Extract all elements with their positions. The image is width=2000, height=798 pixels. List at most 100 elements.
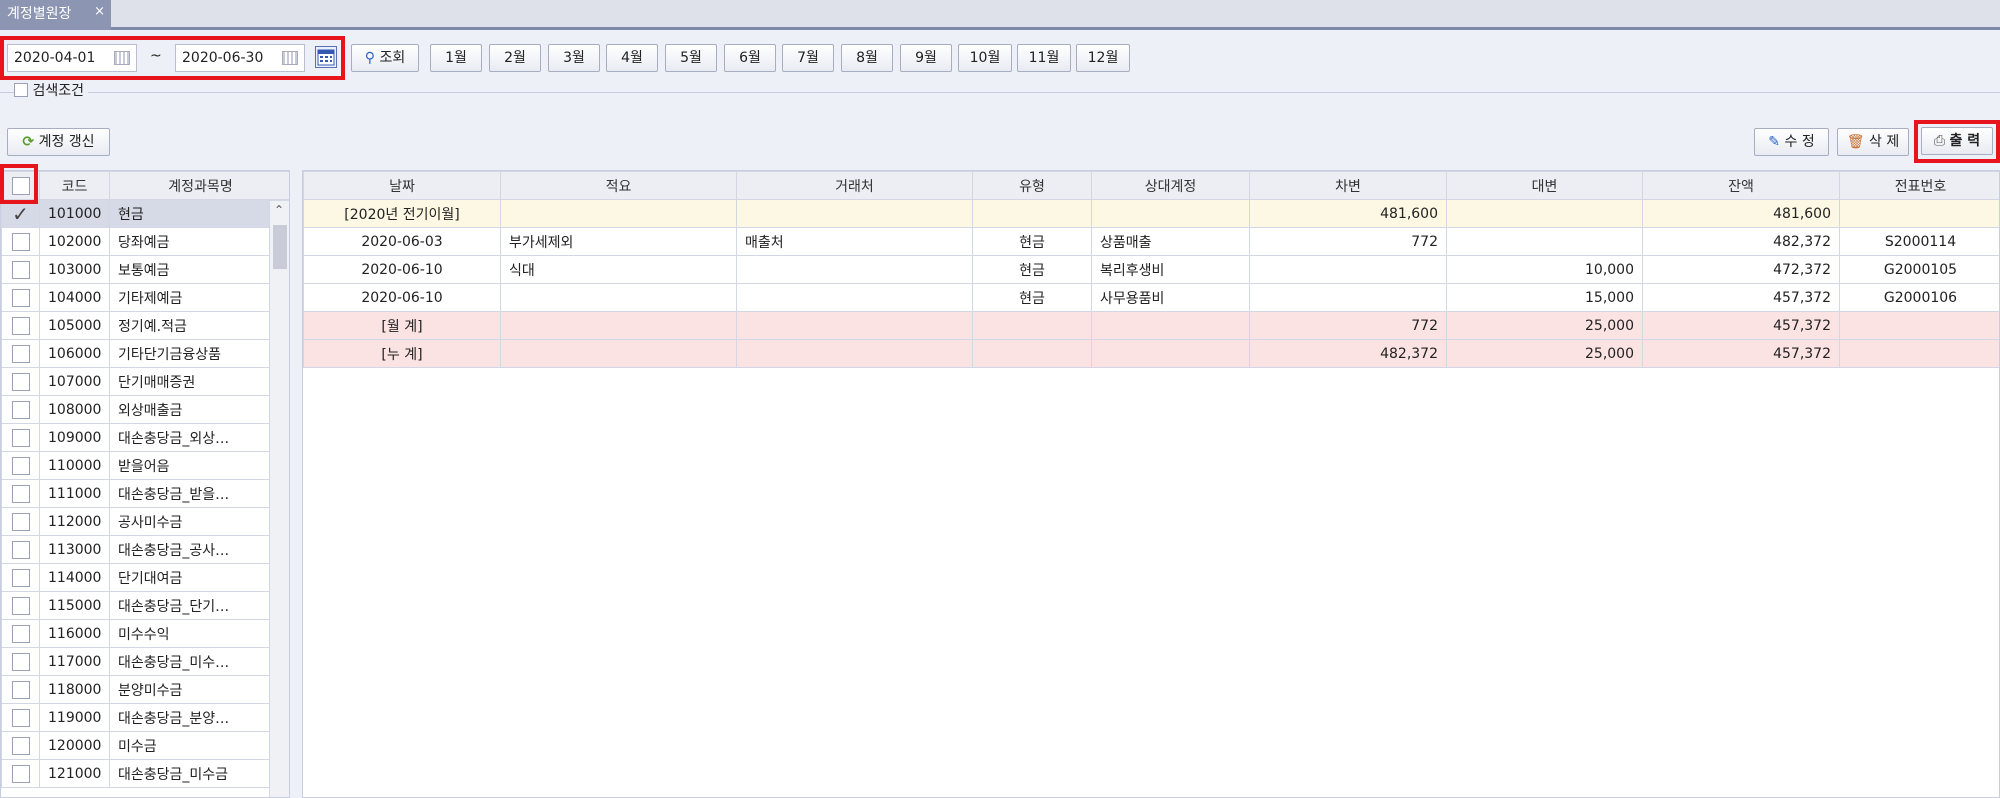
print-button[interactable]: ⎙ 출 력 <box>1921 127 1993 155</box>
row-select-cell[interactable] <box>1 479 40 508</box>
calendar-picker-button[interactable] <box>315 46 337 68</box>
row-checkbox[interactable] <box>11 736 30 755</box>
row-checkbox[interactable] <box>11 764 30 783</box>
row-select-cell[interactable] <box>1 703 40 732</box>
checkmark-icon[interactable]: ✓ <box>12 202 29 226</box>
month-button-1[interactable]: 1월 <box>430 44 482 72</box>
row-checkbox[interactable] <box>11 428 30 447</box>
ledger-row[interactable]: [2020년 전기이월] 481,600 481,600 <box>303 199 1999 228</box>
search-conditions-checkbox[interactable] <box>14 83 28 97</box>
row-checkbox[interactable] <box>11 456 30 475</box>
account-row[interactable]: 120000 미수금 <box>1 731 289 760</box>
account-row[interactable]: 102000 당좌예금 <box>1 227 289 256</box>
row-checkbox[interactable] <box>11 680 30 699</box>
row-checkbox[interactable] <box>11 316 30 335</box>
month-button-3[interactable]: 3월 <box>548 44 600 72</box>
month-button-8[interactable]: 8월 <box>841 44 893 72</box>
row-checkbox[interactable] <box>11 344 30 363</box>
account-row[interactable]: 104000 기타제예금 <box>1 283 289 312</box>
row-checkbox[interactable] <box>11 288 30 307</box>
row-checkbox[interactable] <box>11 596 30 615</box>
account-code: 120000 <box>39 731 110 760</box>
row-select-cell[interactable] <box>1 647 40 676</box>
account-row[interactable]: 113000 대손충당금_공사… <box>1 535 289 564</box>
account-row[interactable]: 114000 단기대여금 <box>1 563 289 592</box>
month-button-10[interactable]: 10월 <box>958 44 1012 72</box>
account-row[interactable]: 115000 대손충당금_단기… <box>1 591 289 620</box>
account-row[interactable]: 117000 대손충당금_미수… <box>1 647 289 676</box>
row-checkbox[interactable] <box>11 708 30 727</box>
search-conditions-toggle[interactable]: 검색조건 <box>14 80 88 100</box>
account-name: 대손충당금_외상… <box>109 423 270 452</box>
account-row[interactable]: 107000 단기매매증권 <box>1 367 289 396</box>
row-select-cell[interactable] <box>1 563 40 592</box>
scroll-thumb[interactable] <box>273 225 287 269</box>
account-row[interactable]: 112000 공사미수금 <box>1 507 289 536</box>
account-row[interactable]: 106000 기타단기금융상품 <box>1 339 289 368</box>
month-button-7[interactable]: 7월 <box>782 44 834 72</box>
row-select-cell[interactable] <box>1 311 40 340</box>
row-select-cell[interactable] <box>1 451 40 480</box>
row-checkbox[interactable] <box>11 484 30 503</box>
account-row[interactable]: 105000 정기예.적금 <box>1 311 289 340</box>
row-select-cell[interactable] <box>1 283 40 312</box>
row-select-cell[interactable] <box>1 675 40 704</box>
account-row[interactable]: 103000 보통예금 <box>1 255 289 284</box>
row-checkbox[interactable] <box>11 568 30 587</box>
row-select-cell[interactable] <box>1 731 40 760</box>
ledger-row[interactable]: [누 계] 482,372 25,000 457,372 <box>303 339 1999 368</box>
row-select-cell[interactable] <box>1 507 40 536</box>
ledger-row[interactable]: 2020-06-10 식대 현금 복리후생비 10,000 472,372 G2000105 <box>303 255 1999 284</box>
month-button-11[interactable]: 11월 <box>1017 44 1071 72</box>
month-button-4[interactable]: 4월 <box>606 44 658 72</box>
row-checkbox[interactable] <box>11 400 30 419</box>
row-select-cell[interactable] <box>1 255 40 284</box>
row-select-cell[interactable] <box>1 227 40 256</box>
account-row[interactable]: 119000 대손충당금_분양… <box>1 703 289 732</box>
account-row[interactable]: 111000 대손충당금_받을… <box>1 479 289 508</box>
account-row[interactable]: 110000 받을어음 <box>1 451 289 480</box>
edit-button[interactable]: ✎ 수 정 <box>1754 128 1829 156</box>
row-select-cell[interactable] <box>1 535 40 564</box>
month-button-12[interactable]: 12월 <box>1076 44 1130 72</box>
delete-button[interactable]: 🗑 삭 제 <box>1837 128 1909 156</box>
row-checkbox[interactable] <box>11 260 30 279</box>
row-checkbox[interactable] <box>11 232 30 251</box>
scroll-up-arrow[interactable]: ⌃ <box>274 203 284 217</box>
row-select-cell[interactable] <box>1 367 40 396</box>
ledger-row[interactable]: 2020-06-10 현금 사무용품비 15,000 457,372 G2000106 <box>303 283 1999 312</box>
date-to-field[interactable]: 2020-06-30 <box>175 44 305 72</box>
account-row[interactable]: 109000 대손충당금_외상… <box>1 423 289 452</box>
search-button[interactable]: ⚲ 조회 <box>351 44 419 72</box>
calendar-icon[interactable] <box>282 51 298 65</box>
row-select-cell[interactable] <box>1 619 40 648</box>
row-checkbox[interactable] <box>11 512 30 531</box>
account-row[interactable]: ✓ 101000 현금 <box>1 199 289 228</box>
month-button-2[interactable]: 2월 <box>489 44 541 72</box>
ledger-row[interactable]: 2020-06-03 부가세제외 매출처 현금 상품매출 772 482,372 S20001… <box>303 227 1999 256</box>
row-checkbox[interactable] <box>11 372 30 391</box>
account-row[interactable]: 108000 외상매출금 <box>1 395 289 424</box>
ledger-row[interactable]: [월 계] 772 25,000 457,372 <box>303 311 1999 340</box>
account-row[interactable]: 118000 분양미수금 <box>1 675 289 704</box>
row-checkbox[interactable] <box>11 624 30 643</box>
date-from-field[interactable]: 2020-04-01 <box>7 44 137 72</box>
account-row[interactable]: 116000 미수수익 <box>1 619 289 648</box>
row-select-cell[interactable] <box>1 339 40 368</box>
ledger-cell-debit <box>1249 255 1447 284</box>
close-icon[interactable]: × <box>94 0 105 26</box>
row-select-cell[interactable] <box>1 591 40 620</box>
row-select-cell[interactable] <box>1 759 40 788</box>
month-button-6[interactable]: 6월 <box>724 44 776 72</box>
row-select-cell[interactable] <box>1 395 40 424</box>
month-button-5[interactable]: 5월 <box>665 44 717 72</box>
calendar-icon[interactable] <box>114 51 130 65</box>
row-checkbox[interactable] <box>11 540 30 559</box>
row-checkbox[interactable] <box>11 652 30 671</box>
vertical-scrollbar[interactable]: ⌃ <box>269 201 289 797</box>
month-button-9[interactable]: 9월 <box>900 44 952 72</box>
account-row[interactable]: 121000 대손충당금_미수금 <box>1 759 289 788</box>
row-select-cell[interactable] <box>1 423 40 452</box>
refresh-accounts-button[interactable]: ⟳ 계정 갱신 <box>7 128 110 156</box>
tab-account-ledger[interactable]: 계정별원장 × <box>0 0 111 30</box>
